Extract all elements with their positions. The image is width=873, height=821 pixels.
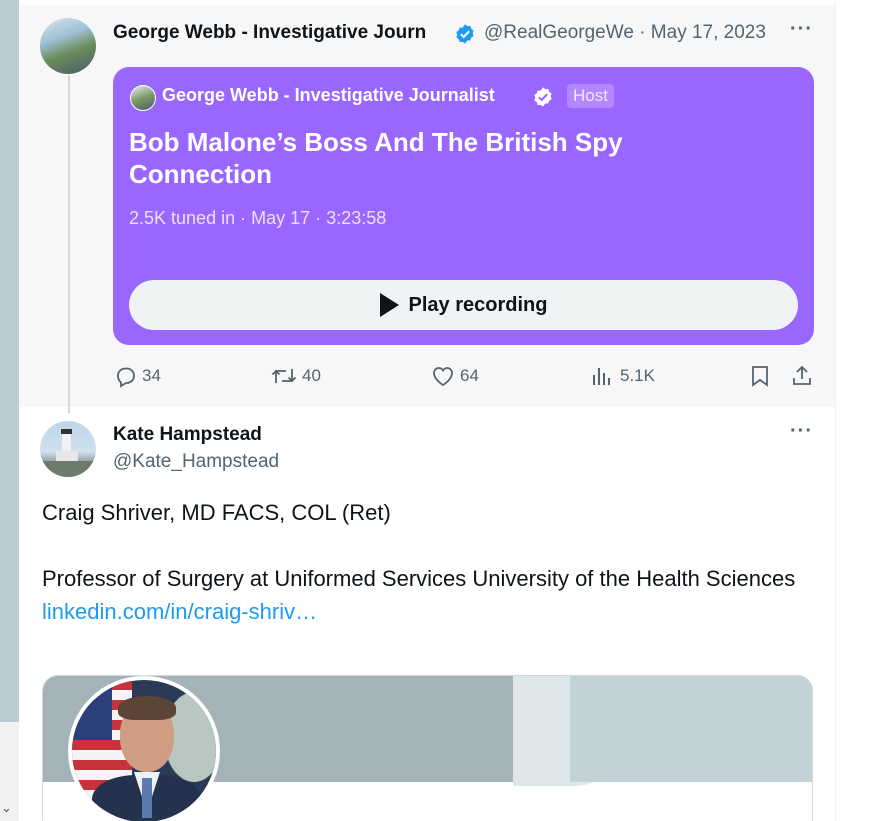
- views-button[interactable]: 5.1K: [590, 364, 655, 388]
- card-banner-right: [570, 676, 812, 782]
- tweet-text-line: Craig Shriver, MD FACS, COL (Ret): [42, 500, 391, 525]
- repost-icon: [271, 369, 297, 383]
- space-host-avatar: [130, 85, 156, 111]
- tweet-body: Craig Shriver, MD FACS, COL (Ret) Profes…: [42, 496, 802, 628]
- avatar-george-webb[interactable]: [40, 18, 96, 74]
- verified-badge-icon: [534, 87, 552, 107]
- reply-count: 34: [142, 366, 161, 385]
- space-card[interactable]: George Webb - Investigative Journalist H…: [113, 67, 814, 345]
- share-button[interactable]: [790, 364, 818, 388]
- chevron-down-icon[interactable]: ⌄: [1, 800, 12, 816]
- like-icon: [433, 367, 453, 387]
- verified-badge-icon: [456, 24, 474, 44]
- more-icon[interactable]: ···: [790, 420, 813, 443]
- views-icon: [593, 368, 610, 385]
- tweet-link[interactable]: linkedin.com/in/craig-shriv…: [42, 595, 802, 628]
- meta-separator: ·: [240, 208, 247, 228]
- space-duration: 3:23:58: [326, 208, 387, 228]
- space-host-name: George Webb - Investigative Journalist: [162, 85, 495, 105]
- avatar-kate-hampstead[interactable]: [40, 421, 96, 477]
- tweet-author-name[interactable]: Kate Hampstead: [113, 424, 262, 446]
- profile-photo[interactable]: [68, 676, 220, 821]
- hair-graphic: [118, 696, 176, 720]
- play-recording-label: Play recording: [408, 293, 548, 316]
- reply-icon: [117, 367, 135, 388]
- meta-separator: ·: [315, 208, 322, 228]
- play-recording-button[interactable]: Play recording: [129, 280, 798, 330]
- tweet-meta: @RealGeorgeWe · May 17, 2023: [484, 22, 766, 44]
- views-count: 5.1K: [620, 366, 655, 385]
- thread-connector-line: [68, 75, 70, 413]
- tie-graphic: [142, 778, 152, 818]
- tweet-author-name[interactable]: George Webb - Investigative Journ: [113, 22, 450, 44]
- host-badge: Host: [567, 84, 614, 108]
- space-stats: 2.5K tuned in · May 17 · 3:23:58: [129, 208, 386, 229]
- tweet-date[interactable]: May 17, 2023: [651, 22, 766, 43]
- play-icon: [379, 293, 399, 317]
- repost-button[interactable]: 40: [270, 364, 321, 388]
- flag-canton: [72, 680, 112, 740]
- meta-separator: ·: [639, 22, 646, 43]
- bookmark-icon: [752, 366, 768, 387]
- reply-button[interactable]: 34: [114, 364, 161, 388]
- bookmark-button[interactable]: [748, 364, 776, 388]
- space-title: Bob Malone’s Boss And The British Spy Co…: [129, 127, 623, 189]
- column-divider: [835, 0, 836, 821]
- like-button[interactable]: 64: [430, 364, 479, 388]
- tweet-text-line: Professor of Surgery at Uniformed Servic…: [42, 566, 796, 591]
- lighthouse-icon: [40, 429, 96, 477]
- space-date: May 17: [251, 208, 311, 228]
- like-count: 64: [460, 366, 479, 385]
- left-rail: [0, 0, 19, 722]
- share-icon: [793, 365, 811, 385]
- repost-count: 40: [302, 366, 321, 385]
- tweet-handle[interactable]: @Kate_Hampstead: [113, 451, 279, 473]
- more-icon[interactable]: ···: [790, 18, 813, 41]
- tweet-handle[interactable]: @RealGeorgeWe: [484, 22, 634, 43]
- space-tuned-in: 2.5K tuned in: [129, 208, 236, 228]
